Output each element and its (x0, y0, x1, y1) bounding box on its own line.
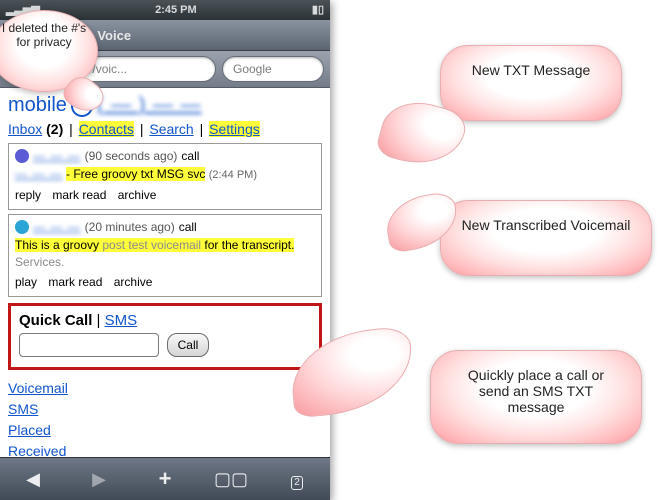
vm-body-hl3: transcript. (238, 238, 294, 252)
footer-links: Voicemail SMS Placed Received (8, 378, 322, 462)
quickcall-title: Quick Call (19, 312, 92, 329)
msg-body-blur: — — — (15, 167, 63, 181)
msg-actions: reply mark read archive (15, 187, 315, 203)
vm-ago: (20 minutes ago) (85, 219, 175, 235)
mobile-word: mobile (8, 94, 67, 117)
status-time: 2:45 PM (40, 0, 312, 20)
toolbar-add-icon[interactable]: + (145, 466, 185, 492)
search-input[interactable]: Google (222, 56, 324, 82)
nav-line: Inbox (2) | Contacts | Search | Settings (8, 121, 322, 137)
callout-vm: New Transcribed Voicemail (440, 200, 652, 276)
msg-timestamp: (2:44 PM) (209, 169, 257, 181)
quickcall-input[interactable] (19, 333, 159, 357)
quickcall-sms-link[interactable]: SMS (105, 312, 138, 329)
msg-call-link[interactable]: call (181, 148, 199, 164)
link-placed[interactable]: Placed (8, 422, 51, 438)
nav-settings[interactable]: Settings (209, 121, 260, 137)
action-archive[interactable]: archive (118, 188, 157, 202)
toolbar-bookmarks-icon[interactable]: ▢▢ (211, 469, 251, 490)
quickcall-button[interactable]: Call (167, 333, 210, 357)
action-archive[interactable]: archive (114, 275, 153, 289)
nav-contacts[interactable]: Contacts (79, 121, 134, 137)
vm-body-hl2: for the (204, 238, 238, 252)
toolbar-pages-icon[interactable]: 2 (277, 469, 317, 490)
link-sms[interactable]: SMS (8, 401, 38, 417)
voicemail-icon (15, 220, 29, 234)
msg-ago: (90 seconds ago) (85, 148, 178, 164)
vm-body-faint: post test voicemail (99, 238, 204, 252)
toolbar-forward-icon[interactable]: ▶ (79, 469, 119, 490)
sms-icon (15, 149, 29, 163)
link-voicemail[interactable]: Voicemail (8, 380, 68, 396)
callout-tail (382, 190, 462, 254)
battery-icon: ▮▯ (312, 0, 324, 20)
nav-search[interactable]: Search (149, 121, 193, 137)
callout-privacy: I deleted the #'s for privacy (0, 10, 98, 92)
msg-body-highlight: - Free groovy txt MSG svc (66, 167, 205, 181)
action-play[interactable]: play (15, 275, 37, 289)
action-markread[interactable]: mark read (48, 275, 102, 289)
page-content: mobile ✆ ( — ) — — Inbox (2) | Contacts … (0, 88, 330, 468)
account-number-blurred: ( — ) — — (97, 94, 202, 117)
quick-call-box: Quick Call | SMS Call (8, 303, 322, 370)
action-markread[interactable]: mark read (52, 188, 106, 202)
callout-txt: New TXT Message (440, 45, 622, 121)
vm-call-link[interactable]: call (179, 219, 197, 235)
vm-body-hl1: This is a groovy (15, 238, 99, 252)
message-sms[interactable]: — — — (90 seconds ago) call — — — - Free… (8, 143, 322, 210)
callout-quickcall: Quickly place a call or send an SMS TXT … (430, 350, 642, 444)
vm-actions: play mark read archive (15, 274, 315, 290)
vm-body-faint2: Services. (15, 255, 64, 269)
nav-inbox[interactable]: Inbox (8, 121, 42, 137)
toolbar-back-icon[interactable]: ◀ (13, 469, 53, 490)
callout-tail (374, 93, 469, 174)
inbox-count: (2) (46, 121, 63, 137)
action-reply[interactable]: reply (15, 188, 41, 202)
message-voicemail[interactable]: — — — (20 minutes ago) call This is a gr… (8, 214, 322, 297)
vm-from-blur[interactable]: — — — (33, 219, 81, 235)
browser-toolbar: ◀ ▶ + ▢▢ 2 (0, 457, 330, 500)
msg-from-blur[interactable]: — — — (33, 148, 81, 164)
mobile-title-row: mobile ✆ ( — ) — — (8, 94, 322, 117)
